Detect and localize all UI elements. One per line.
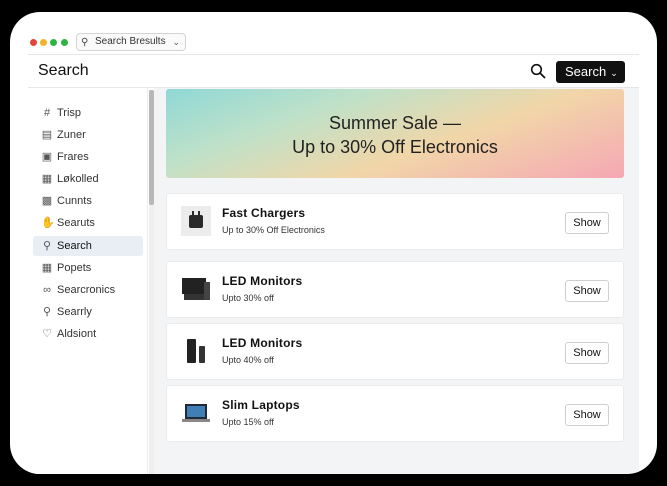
product-name: Slim Laptops bbox=[222, 398, 300, 412]
sidebar-item-label: Searrly bbox=[57, 306, 92, 318]
search-icon: ⚲ bbox=[81, 37, 89, 48]
monitor-icon bbox=[182, 278, 210, 300]
search-button[interactable]: Search ⌄ bbox=[556, 61, 625, 83]
show-button[interactable]: Show bbox=[565, 212, 609, 234]
minimize-window-dot[interactable] bbox=[40, 39, 47, 46]
close-window-dot[interactable] bbox=[30, 39, 37, 46]
chevron-down-icon[interactable]: ⌄ bbox=[172, 34, 180, 50]
product-card: Slim Laptops Upto 15% off Show bbox=[166, 385, 624, 442]
calendar-icon: ▦ bbox=[41, 173, 53, 185]
promo-banner[interactable]: Summer Sale — Up to 30% Off Electronics bbox=[166, 89, 624, 178]
show-button[interactable]: Show bbox=[565, 342, 609, 364]
sidebar-item-frares[interactable]: ▣ Frares bbox=[33, 147, 143, 167]
speaker-icon bbox=[187, 339, 205, 363]
clipboard-icon: ▤ bbox=[41, 129, 53, 141]
sidebar-item-aldsiont[interactable]: ♡ Aldsiont bbox=[33, 324, 143, 344]
search-icon[interactable] bbox=[530, 63, 546, 79]
grid-icon: ▦ bbox=[41, 262, 53, 274]
link-icon: ∞ bbox=[43, 284, 51, 296]
search-icon: ⚲ bbox=[42, 240, 52, 252]
charger-icon bbox=[181, 206, 211, 236]
sidebar-item-popets[interactable]: ▦ Popets bbox=[33, 258, 143, 278]
sidebar-item-zuner[interactable]: ▤ Zuner bbox=[33, 125, 143, 145]
show-button[interactable]: Show bbox=[565, 280, 609, 302]
sidebar-item-searcronics[interactable]: ∞ Searcronics bbox=[33, 280, 143, 300]
product-subtitle: Upto 40% off bbox=[222, 355, 274, 365]
extra-window-dot[interactable] bbox=[61, 39, 68, 46]
heart-icon: ♡ bbox=[42, 328, 52, 340]
search-button-label: Search bbox=[565, 64, 607, 79]
sidebar: # Trisp ▤ Zuner ▣ Frares ▦ Løkolled ▩ Cu… bbox=[28, 88, 148, 474]
search-icon: ⚲ bbox=[42, 306, 52, 318]
sidebar-item-label: Cunnts bbox=[57, 195, 92, 207]
page-header: Search Search ⌄ bbox=[28, 54, 639, 88]
sidebar-item-label: Searuts bbox=[57, 217, 95, 229]
browser-tab[interactable]: ⚲ Search Bresults ⌄ bbox=[76, 33, 186, 51]
thumb-icon: ✋ bbox=[41, 217, 55, 229]
product-name: Fast Chargers bbox=[222, 206, 306, 220]
show-button[interactable]: Show bbox=[565, 404, 609, 426]
chart-icon: ▣ bbox=[41, 151, 53, 163]
sidebar-item-label: Popets bbox=[57, 262, 92, 274]
main-content: Summer Sale — Up to 30% Off Electronics … bbox=[154, 88, 639, 474]
sidebar-item-searuts[interactable]: ✋ Searuts bbox=[33, 213, 143, 233]
sidebar-item-label: Searcronics bbox=[57, 284, 116, 296]
product-name: LED Monitors bbox=[222, 274, 303, 288]
chevron-down-icon: ⌄ bbox=[610, 68, 618, 78]
product-subtitle: Upto 15% off bbox=[222, 417, 274, 427]
product-card: LED Monitors Upto 30% off Show bbox=[166, 261, 624, 318]
product-name: LED Monitors bbox=[222, 336, 303, 350]
page-title: Search bbox=[38, 62, 89, 79]
sidebar-item-search[interactable]: ⚲ Search bbox=[33, 236, 143, 256]
sidebar-item-label: Løkolled bbox=[57, 173, 99, 185]
laptop-icon bbox=[182, 404, 210, 422]
card-icon: ▩ bbox=[41, 195, 53, 207]
sidebar-item-label: Aldsiont bbox=[57, 328, 97, 340]
sidebar-item-label: Frares bbox=[57, 151, 89, 163]
product-subtitle: Up to 30% Off Electronics bbox=[222, 225, 325, 235]
maximize-window-dot[interactable] bbox=[50, 39, 57, 46]
browser-tab-bar: ⚲ Search Bresults ⌄ bbox=[10, 12, 657, 54]
sidebar-item-lokolled[interactable]: ▦ Løkolled bbox=[33, 169, 143, 189]
sidebar-item-cunnts[interactable]: ▩ Cunnts bbox=[33, 191, 143, 211]
sidebar-item-label: Search bbox=[57, 240, 92, 252]
sidebar-item-searrly[interactable]: ⚲ Searrly bbox=[33, 302, 143, 322]
product-card: Fast Chargers Up to 30% Off Electronics … bbox=[166, 193, 624, 250]
tab-label: Search Bresults bbox=[95, 36, 166, 47]
sidebar-item-trisp[interactable]: # Trisp bbox=[33, 103, 143, 123]
sidebar-item-label: Trisp bbox=[57, 107, 82, 119]
product-card: LED Monitors Upto 40% off Show bbox=[166, 323, 624, 380]
app-window: ⚲ Search Bresults ⌄ Search Search ⌄ # Tri… bbox=[10, 12, 657, 474]
product-subtitle: Upto 30% off bbox=[222, 293, 274, 303]
hash-icon: # bbox=[43, 107, 51, 119]
sidebar-item-label: Zuner bbox=[57, 129, 86, 141]
banner-title: Summer Sale — bbox=[328, 113, 462, 133]
banner-subtitle: Up to 30% Off Electronics bbox=[292, 137, 498, 157]
